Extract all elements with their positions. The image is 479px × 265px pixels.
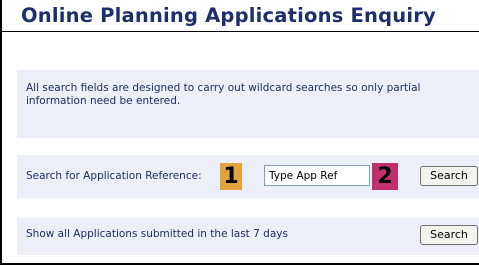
wildcard-info-text: All search fields are designed to carry … — [26, 82, 421, 107]
reference-search-button[interactable]: Search — [420, 166, 478, 186]
annotation-marker-1: 1 — [220, 163, 242, 190]
reference-search-panel: Search for Application Reference: — [17, 155, 479, 198]
annotation-marker-2: 2 — [372, 163, 398, 190]
application-reference-input[interactable] — [264, 165, 370, 186]
page-title: Online Planning Applications Enquiry — [21, 4, 436, 27]
title-divider — [2, 31, 479, 32]
info-panel: All search fields are designed to carry … — [17, 70, 479, 138]
reference-search-label: Search for Application Reference: — [26, 170, 202, 182]
recent-applications-panel: Show all Applications submitted in the l… — [17, 218, 479, 255]
recent-applications-search-button[interactable]: Search — [420, 225, 478, 245]
recent-applications-label: Show all Applications submitted in the l… — [26, 228, 288, 240]
